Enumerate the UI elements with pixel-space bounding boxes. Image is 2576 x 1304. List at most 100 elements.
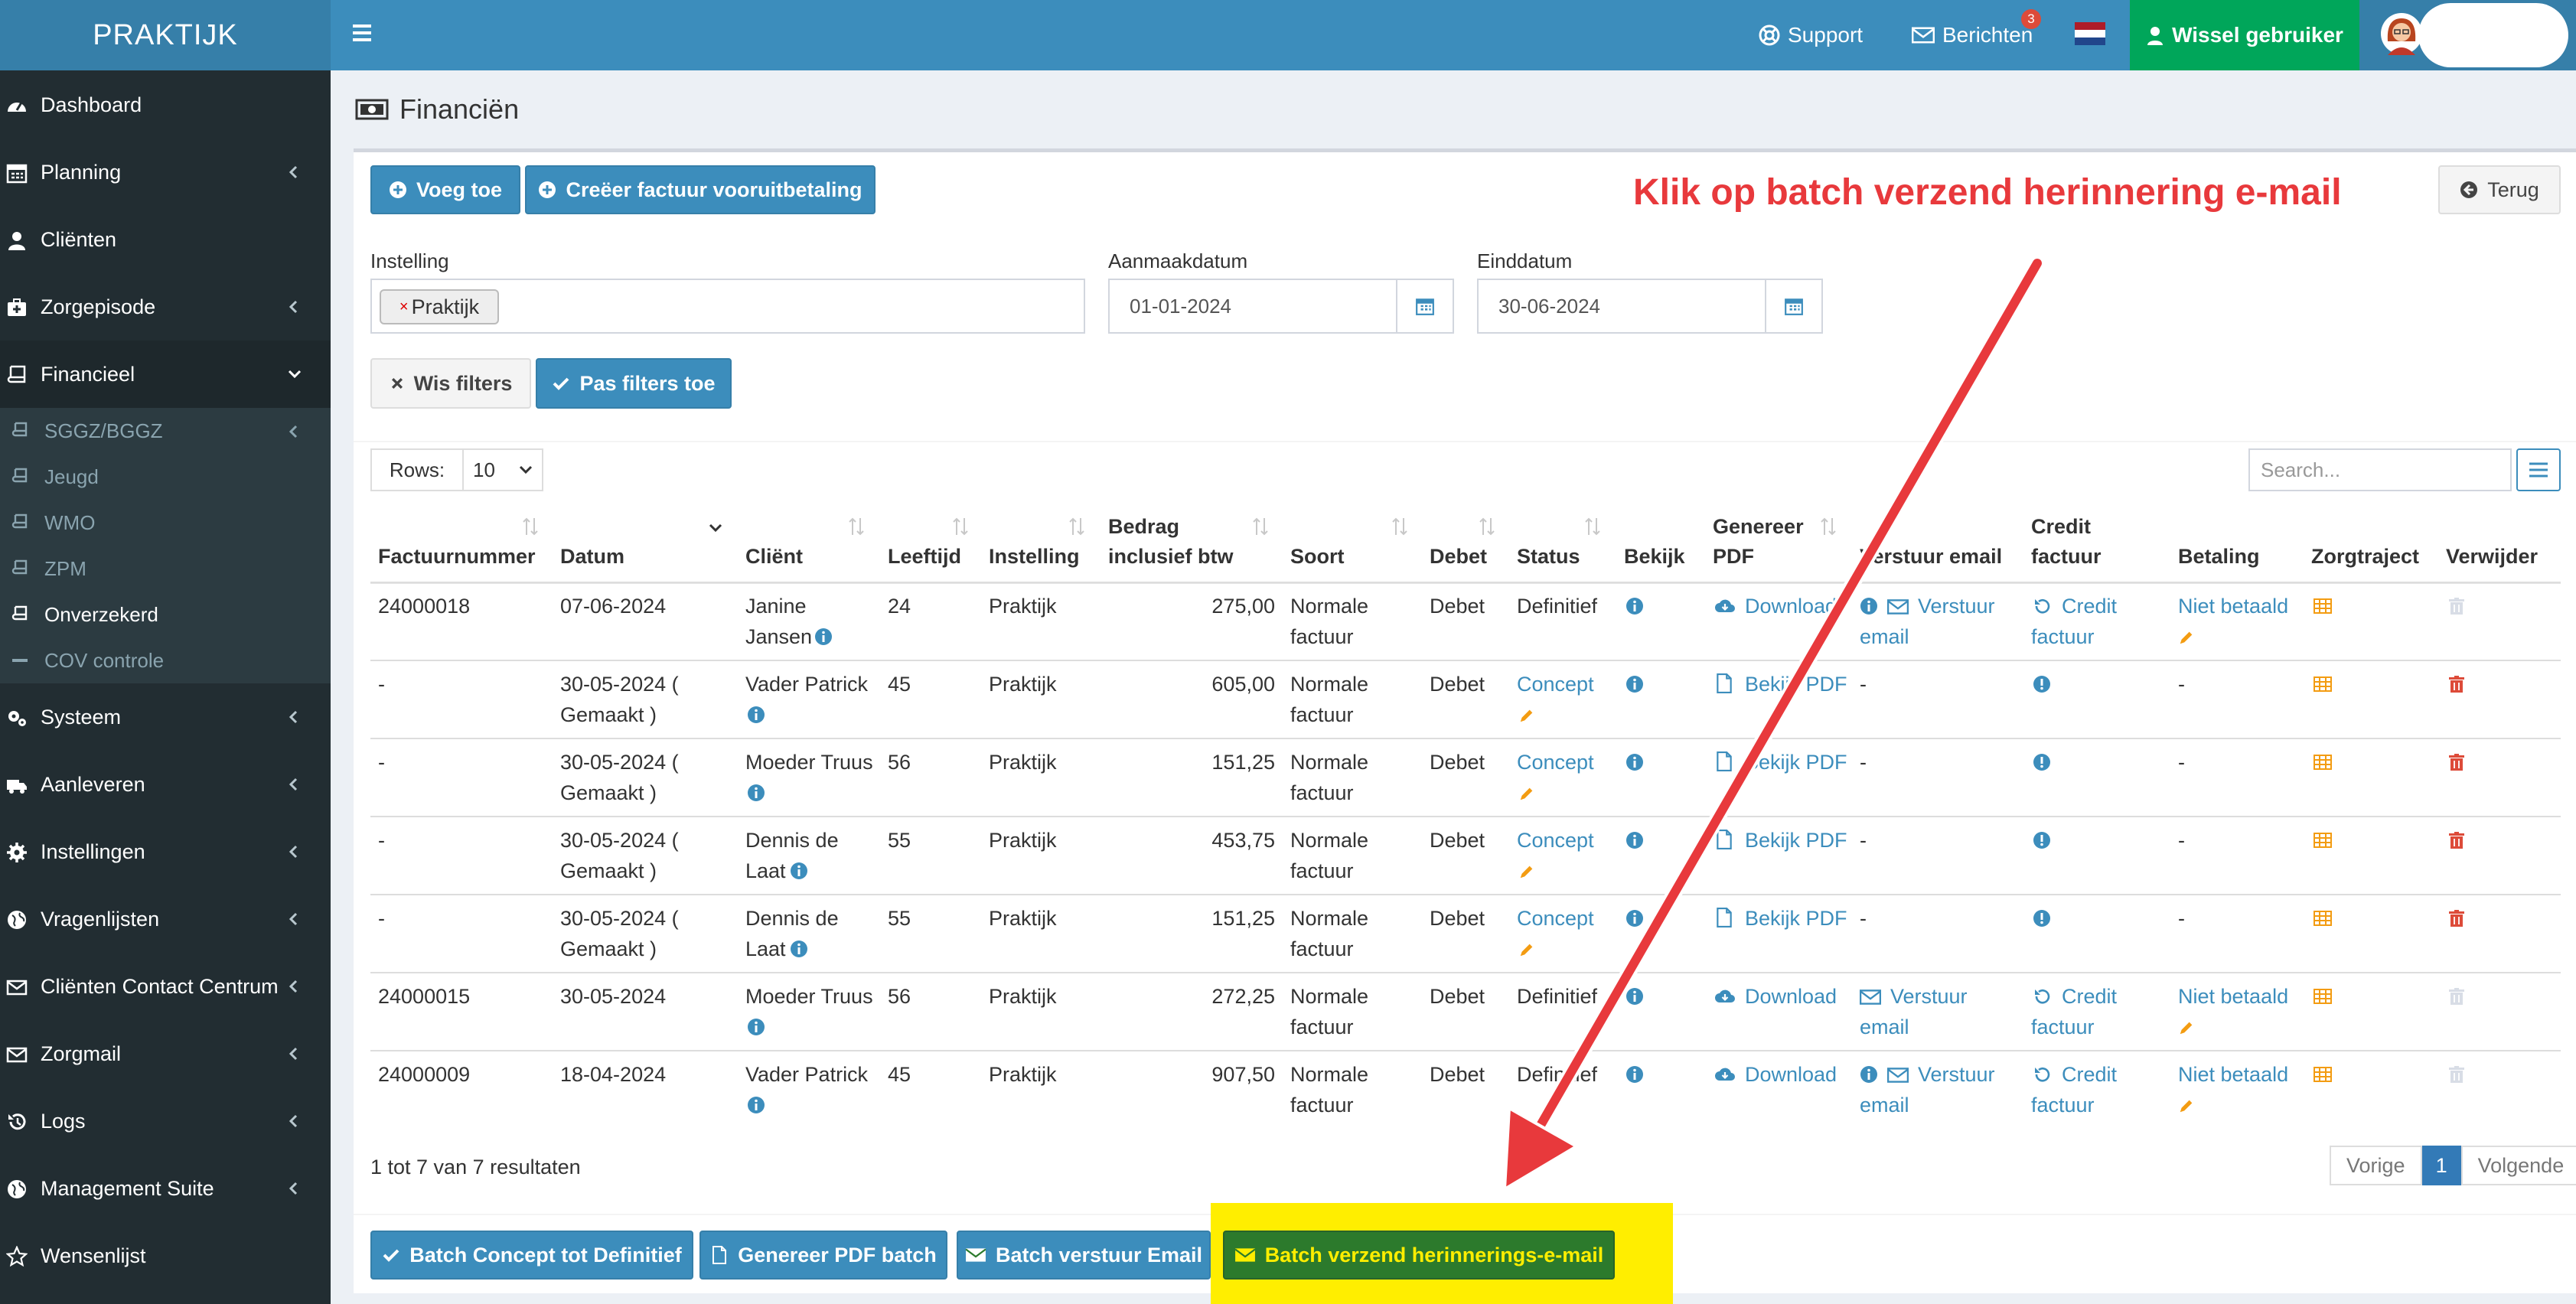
- batch-send-reminder-email-button[interactable]: Batch verzend herinnerings-e-mail: [1223, 1231, 1615, 1280]
- sidebar-item-clienten[interactable]: Cliënten: [0, 206, 331, 273]
- trash-icon[interactable]: [2447, 831, 2466, 849]
- header-client[interactable]: Cliënt: [745, 542, 803, 572]
- table-icon[interactable]: [2313, 597, 2333, 615]
- table-icon[interactable]: [2313, 909, 2333, 927]
- sort-icon[interactable]: [1584, 517, 1601, 536]
- table-icon[interactable]: [2313, 831, 2333, 849]
- sidebar-subitem-sggz-bggz[interactable]: SGGZ/BGGZ: [0, 408, 331, 454]
- back-button[interactable]: Terug: [2438, 165, 2561, 214]
- brand-logo[interactable]: PRAKTIJK: [0, 0, 331, 70]
- sidebar-subitem-wmo[interactable]: WMO: [0, 500, 331, 546]
- sort-icon[interactable]: [1391, 517, 1408, 536]
- sidebar-item-systeem[interactable]: Systeem: [0, 683, 331, 751]
- sort-icon[interactable]: [848, 517, 865, 536]
- exclamation-icon[interactable]: [2033, 831, 2051, 849]
- sidebar-item-zorgmail[interactable]: Zorgmail: [0, 1020, 331, 1087]
- pencil-icon[interactable]: [1518, 863, 1535, 880]
- credit-invoice-link[interactable]: Credit factuur: [2031, 591, 2154, 652]
- view-info-icon[interactable]: [1625, 597, 1644, 615]
- sidebar-item-clienten-contact-centrum[interactable]: Cliënten Contact Centrum: [0, 953, 331, 1020]
- sort-icon[interactable]: [1479, 517, 1495, 536]
- einddatum-input[interactable]: 30-06-2024: [1477, 279, 1766, 334]
- payment-status-link[interactable]: Niet betaald: [2178, 591, 2288, 621]
- info-icon[interactable]: [747, 1096, 765, 1114]
- pdf-link[interactable]: Bekijk PDF: [1745, 825, 1847, 856]
- einddatum-calendar-button[interactable]: [1765, 279, 1823, 334]
- view-info-icon[interactable]: [1625, 987, 1644, 1006]
- view-info-icon[interactable]: [1625, 909, 1644, 927]
- status-concept-link[interactable]: Concept: [1517, 669, 1594, 699]
- add-button[interactable]: Voeg toe: [370, 165, 520, 214]
- pencil-icon[interactable]: [2178, 629, 2195, 646]
- header-instelling[interactable]: Instelling: [989, 542, 1080, 572]
- header-datum[interactable]: Datum: [560, 542, 624, 572]
- header-debet[interactable]: Debet: [1430, 542, 1487, 572]
- header-soort[interactable]: Soort: [1290, 542, 1345, 572]
- support-link[interactable]: Support: [1759, 0, 1863, 70]
- cloud-download-icon[interactable]: [1714, 1065, 1736, 1084]
- info-icon[interactable]: [790, 940, 808, 958]
- prev-page-button[interactable]: Vorige: [2330, 1146, 2422, 1185]
- sidebar-item-aanleveren[interactable]: Aanleveren: [0, 751, 331, 818]
- sort-icon[interactable]: [1068, 517, 1085, 536]
- generate-pdf-batch-button[interactable]: Genereer PDF batch: [699, 1231, 947, 1280]
- sidebar-item-zorgepisode[interactable]: Zorgepisode: [0, 273, 331, 341]
- info-icon[interactable]: [814, 628, 833, 646]
- cloud-download-icon[interactable]: [1714, 987, 1736, 1006]
- aanmaakdatum-input[interactable]: 01-01-2024: [1108, 279, 1397, 334]
- instelling-tag[interactable]: × Praktijk: [380, 289, 499, 324]
- page-1-button[interactable]: 1: [2421, 1146, 2461, 1185]
- table-icon[interactable]: [2313, 753, 2333, 771]
- file-pdf-icon[interactable]: [1716, 908, 1733, 927]
- credit-invoice-link[interactable]: Credit factuur: [2031, 981, 2154, 1042]
- batch-send-email-button[interactable]: Batch verstuur Email: [957, 1231, 1211, 1280]
- table-icon[interactable]: [2313, 987, 2333, 1006]
- header-genereer-pdf[interactable]: Genereer PDF: [1713, 512, 1804, 572]
- exclamation-icon[interactable]: [2033, 753, 2051, 771]
- exclamation-icon[interactable]: [2033, 909, 2051, 927]
- send-email-link[interactable]: Verstuur email: [1860, 981, 2013, 1042]
- berichten-link[interactable]: Berichten: [1912, 0, 2033, 70]
- pencil-icon[interactable]: [2178, 1097, 2195, 1114]
- switch-user-button[interactable]: Wissel gebruiker: [2130, 0, 2359, 70]
- sidebar-item-wensenlijst[interactable]: Wensenlijst: [0, 1222, 331, 1289]
- status-concept-link[interactable]: Concept: [1517, 903, 1594, 934]
- credit-invoice-link[interactable]: Credit factuur: [2031, 1059, 2154, 1120]
- rows-select[interactable]: 10: [462, 448, 543, 491]
- pencil-icon[interactable]: [2178, 1019, 2195, 1036]
- sidebar-item-logs[interactable]: Logs: [0, 1087, 331, 1155]
- pdf-link[interactable]: Bekijk PDF: [1745, 747, 1847, 778]
- search-input[interactable]: Search...: [2248, 448, 2512, 491]
- file-pdf-icon[interactable]: [1716, 673, 1733, 693]
- sort-icon[interactable]: [1252, 517, 1269, 536]
- pdf-link[interactable]: Download: [1745, 1059, 1837, 1090]
- pdf-link[interactable]: Bekijk PDF: [1745, 669, 1847, 699]
- sort-desc-icon[interactable]: [707, 522, 724, 534]
- sidebar-item-financieel[interactable]: Financieel: [0, 341, 331, 408]
- pdf-link[interactable]: Download: [1745, 591, 1837, 621]
- cloud-download-icon[interactable]: [1714, 597, 1736, 615]
- sidebar-item-planning[interactable]: Planning: [0, 139, 331, 206]
- info-icon[interactable]: [790, 862, 808, 880]
- exclamation-icon[interactable]: [2033, 675, 2051, 693]
- hamburger-icon[interactable]: [351, 21, 373, 44]
- pencil-icon[interactable]: [1518, 707, 1535, 724]
- sidebar-item-instellingen[interactable]: Instellingen: [0, 818, 331, 885]
- view-info-icon[interactable]: [1625, 753, 1644, 771]
- pdf-link[interactable]: Download: [1745, 981, 1837, 1012]
- sidebar-item-dashboard[interactable]: Dashboard: [0, 71, 331, 139]
- aanmaakdatum-calendar-button[interactable]: [1396, 279, 1454, 334]
- header-bedrag[interactable]: Bedrag inclusief btw: [1108, 512, 1261, 572]
- sidebar-item-management-suite[interactable]: Management Suite: [0, 1155, 331, 1222]
- trash-icon[interactable]: [2447, 675, 2466, 693]
- sidebar-subitem-zpm[interactable]: ZPM: [0, 546, 331, 592]
- info-icon[interactable]: [747, 784, 765, 802]
- status-concept-link[interactable]: Concept: [1517, 747, 1594, 778]
- clear-filters-button[interactable]: Wis filters: [370, 358, 531, 409]
- file-pdf-icon[interactable]: [1716, 830, 1733, 849]
- dutch-flag-icon[interactable]: [2075, 22, 2105, 45]
- trash-icon[interactable]: [2447, 909, 2466, 927]
- sort-icon[interactable]: [522, 517, 539, 536]
- header-leeftijd[interactable]: Leeftijd: [888, 542, 961, 572]
- info-icon[interactable]: [747, 1018, 765, 1036]
